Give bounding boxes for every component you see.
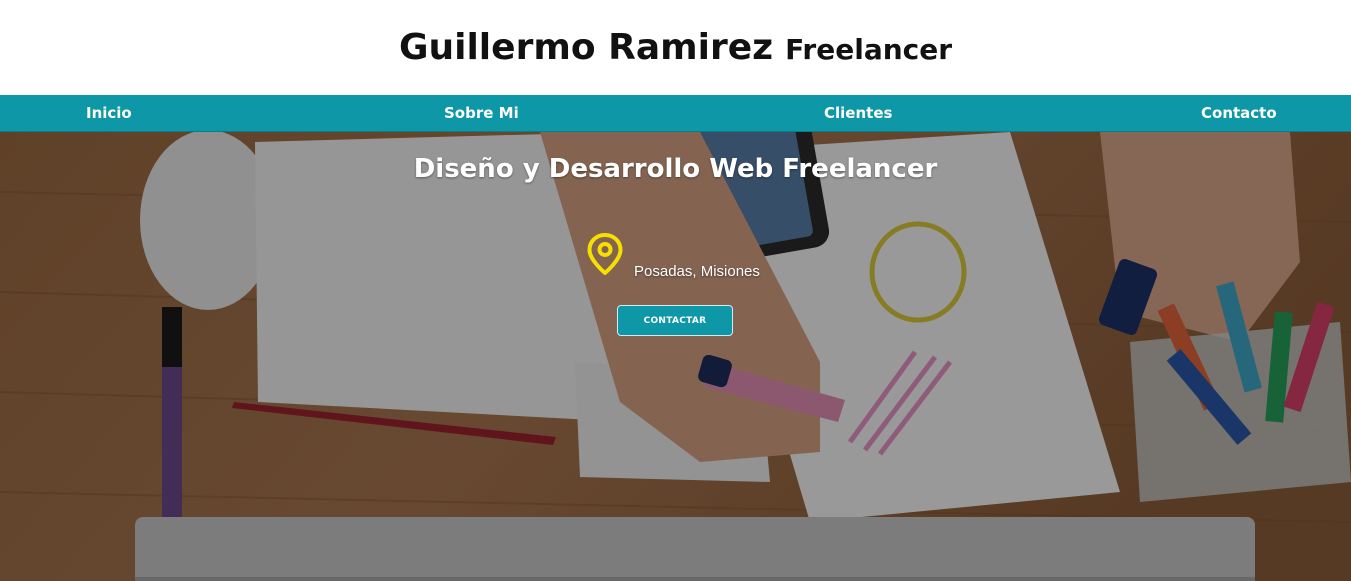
nav-item-inicio[interactable]: Inicio — [86, 95, 132, 131]
site-title: Guillermo Ramirez Freelancer — [399, 27, 952, 68]
site-title-role: Freelancer — [785, 33, 953, 66]
hero-section: Diseño y Desarrollo Web Freelancer Posad… — [0, 132, 1351, 581]
nav-item-contacto[interactable]: Contacto — [1201, 95, 1277, 131]
location: Posadas, Misiones — [586, 232, 760, 280]
location-text: Posadas, Misiones — [634, 263, 760, 280]
hero-content: Diseño y Desarrollo Web Freelancer Posad… — [0, 132, 1351, 581]
nav-item-sobre-mi[interactable]: Sobre Mi — [444, 95, 519, 131]
site-header: Guillermo Ramirez Freelancer — [0, 0, 1351, 95]
nav-item-clientes[interactable]: Clientes — [824, 95, 892, 131]
contact-button[interactable]: CONTACTAR — [617, 305, 733, 336]
hero-heading: Diseño y Desarrollo Web Freelancer — [413, 154, 938, 184]
map-pin-icon — [586, 232, 624, 280]
main-navbar: Inicio Sobre Mi Clientes Contacto — [0, 95, 1351, 132]
site-title-name: Guillermo Ramirez — [398, 27, 774, 68]
